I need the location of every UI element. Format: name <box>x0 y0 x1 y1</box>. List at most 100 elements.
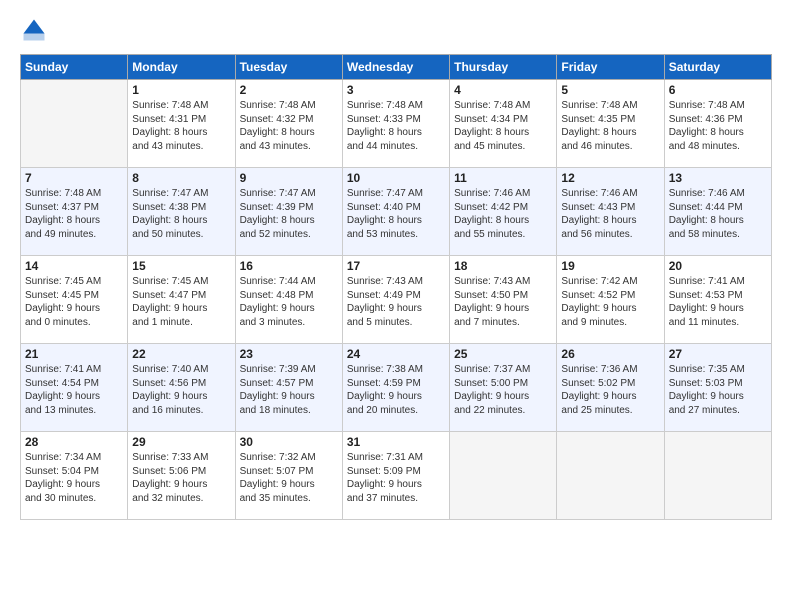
day-info: Sunrise: 7:46 AMSunset: 4:42 PMDaylight:… <box>454 187 552 241</box>
calendar-cell: 30 Sunrise: 7:32 AMSunset: 5:07 PMDayligh… <box>235 432 342 520</box>
day-number: 16 <box>240 259 338 273</box>
day-info: Sunrise: 7:48 AMSunset: 4:35 PMDaylight:… <box>561 99 659 153</box>
calendar-cell: 21Sunrise: 7:41 AMSunset: 4:54 PMDayligh… <box>21 344 128 432</box>
day-number: 26 <box>561 347 659 361</box>
weekday-header-saturday: Saturday <box>664 55 771 80</box>
day-info: Sunrise: 7:48 AMSunset: 4:32 PMDaylight:… <box>240 99 338 153</box>
day-info: Sunrise: 7:31 AMSunset: 5:09 PMDaylight:… <box>347 451 445 505</box>
day-number: 10 <box>347 171 445 185</box>
calendar-week-row: 21Sunrise: 7:41 AMSunset: 4:54 PMDayligh… <box>21 344 772 432</box>
header <box>20 16 772 44</box>
day-number: 27 <box>669 347 767 361</box>
calendar-cell <box>557 432 664 520</box>
day-info: Sunrise: 7:37 AMSunset: 5:00 PMDaylight:… <box>454 363 552 417</box>
logo-icon <box>20 16 48 44</box>
page: SundayMondayTuesdayWednesdayThursdayFrid… <box>0 0 792 612</box>
day-info: Sunrise: 7:41 AMSunset: 4:53 PMDaylight:… <box>669 275 767 329</box>
day-info: Sunrise: 7:39 AMSunset: 4:57 PMDaylight:… <box>240 363 338 417</box>
day-number: 1 <box>132 83 230 97</box>
day-info: Sunrise: 7:41 AMSunset: 4:54 PMDaylight:… <box>25 363 123 417</box>
calendar-cell: 18 Sunrise: 7:43 AMSunset: 4:50 PMDayligh… <box>450 256 557 344</box>
calendar-cell: 17 Sunrise: 7:43 AMSunset: 4:49 PMDayligh… <box>342 256 449 344</box>
calendar-week-row: 14 Sunrise: 7:45 AMSunset: 4:45 PMDayligh… <box>21 256 772 344</box>
day-number: 4 <box>454 83 552 97</box>
calendar-cell: 7 Sunrise: 7:48 AMSunset: 4:37 PMDaylight… <box>21 168 128 256</box>
logo <box>20 16 52 44</box>
day-info: Sunrise: 7:33 AMSunset: 5:06 PMDaylight:… <box>132 451 230 505</box>
calendar-week-row: 1 Sunrise: 7:48 AMSunset: 4:31 PMDaylight… <box>21 80 772 168</box>
day-info: Sunrise: 7:43 AMSunset: 4:50 PMDaylight:… <box>454 275 552 329</box>
weekday-header-row: SundayMondayTuesdayWednesdayThursdayFrid… <box>21 55 772 80</box>
day-info: Sunrise: 7:48 AMSunset: 4:31 PMDaylight:… <box>132 99 230 153</box>
day-number: 20 <box>669 259 767 273</box>
day-number: 22 <box>132 347 230 361</box>
calendar-cell: 14 Sunrise: 7:45 AMSunset: 4:45 PMDayligh… <box>21 256 128 344</box>
calendar-cell: 22Sunrise: 7:40 AMSunset: 4:56 PMDayligh… <box>128 344 235 432</box>
calendar-week-row: 28 Sunrise: 7:34 AMSunset: 5:04 PMDayligh… <box>21 432 772 520</box>
day-number: 23 <box>240 347 338 361</box>
calendar-cell: 12Sunrise: 7:46 AMSunset: 4:43 PMDayligh… <box>557 168 664 256</box>
day-info: Sunrise: 7:47 AMSunset: 4:39 PMDaylight:… <box>240 187 338 241</box>
calendar-week-row: 7 Sunrise: 7:48 AMSunset: 4:37 PMDaylight… <box>21 168 772 256</box>
calendar-cell: 3 Sunrise: 7:48 AMSunset: 4:33 PMDaylight… <box>342 80 449 168</box>
day-number: 3 <box>347 83 445 97</box>
calendar-cell: 23 Sunrise: 7:39 AMSunset: 4:57 PMDayligh… <box>235 344 342 432</box>
day-info: Sunrise: 7:48 AMSunset: 4:34 PMDaylight:… <box>454 99 552 153</box>
day-number: 17 <box>347 259 445 273</box>
day-number: 28 <box>25 435 123 449</box>
day-number: 31 <box>347 435 445 449</box>
day-info: Sunrise: 7:35 AMSunset: 5:03 PMDaylight:… <box>669 363 767 417</box>
day-number: 25 <box>454 347 552 361</box>
calendar-cell: 20 Sunrise: 7:41 AMSunset: 4:53 PMDayligh… <box>664 256 771 344</box>
day-number: 29 <box>132 435 230 449</box>
day-info: Sunrise: 7:46 AMSunset: 4:43 PMDaylight:… <box>561 187 659 241</box>
calendar-cell: 24 Sunrise: 7:38 AMSunset: 4:59 PMDayligh… <box>342 344 449 432</box>
day-info: Sunrise: 7:48 AMSunset: 4:33 PMDaylight:… <box>347 99 445 153</box>
day-number: 9 <box>240 171 338 185</box>
day-info: Sunrise: 7:48 AMSunset: 4:37 PMDaylight:… <box>25 187 123 241</box>
day-info: Sunrise: 7:42 AMSunset: 4:52 PMDaylight:… <box>561 275 659 329</box>
day-info: Sunrise: 7:43 AMSunset: 4:49 PMDaylight:… <box>347 275 445 329</box>
calendar-cell: 5 Sunrise: 7:48 AMSunset: 4:35 PMDaylight… <box>557 80 664 168</box>
weekday-header-tuesday: Tuesday <box>235 55 342 80</box>
day-info: Sunrise: 7:47 AMSunset: 4:40 PMDaylight:… <box>347 187 445 241</box>
weekday-header-friday: Friday <box>557 55 664 80</box>
calendar-cell: 25 Sunrise: 7:37 AMSunset: 5:00 PMDayligh… <box>450 344 557 432</box>
day-info: Sunrise: 7:46 AMSunset: 4:44 PMDaylight:… <box>669 187 767 241</box>
day-number: 15 <box>132 259 230 273</box>
calendar-cell: 19Sunrise: 7:42 AMSunset: 4:52 PMDayligh… <box>557 256 664 344</box>
day-number: 24 <box>347 347 445 361</box>
day-info: Sunrise: 7:36 AMSunset: 5:02 PMDaylight:… <box>561 363 659 417</box>
weekday-header-thursday: Thursday <box>450 55 557 80</box>
day-number: 13 <box>669 171 767 185</box>
calendar-cell: 2Sunrise: 7:48 AMSunset: 4:32 PMDaylight… <box>235 80 342 168</box>
calendar-cell: 1 Sunrise: 7:48 AMSunset: 4:31 PMDaylight… <box>128 80 235 168</box>
day-info: Sunrise: 7:45 AMSunset: 4:45 PMDaylight:… <box>25 275 123 329</box>
day-number: 5 <box>561 83 659 97</box>
calendar-cell: 6Sunrise: 7:48 AMSunset: 4:36 PMDaylight… <box>664 80 771 168</box>
day-number: 14 <box>25 259 123 273</box>
weekday-header-sunday: Sunday <box>21 55 128 80</box>
day-number: 18 <box>454 259 552 273</box>
calendar-cell: 11 Sunrise: 7:46 AMSunset: 4:42 PMDayligh… <box>450 168 557 256</box>
calendar-cell <box>664 432 771 520</box>
calendar-table: SundayMondayTuesdayWednesdayThursdayFrid… <box>20 54 772 520</box>
day-info: Sunrise: 7:38 AMSunset: 4:59 PMDaylight:… <box>347 363 445 417</box>
day-info: Sunrise: 7:47 AMSunset: 4:38 PMDaylight:… <box>132 187 230 241</box>
calendar-cell: 15 Sunrise: 7:45 AMSunset: 4:47 PMDayligh… <box>128 256 235 344</box>
calendar-cell: 28 Sunrise: 7:34 AMSunset: 5:04 PMDayligh… <box>21 432 128 520</box>
day-number: 6 <box>669 83 767 97</box>
day-info: Sunrise: 7:34 AMSunset: 5:04 PMDaylight:… <box>25 451 123 505</box>
day-info: Sunrise: 7:44 AMSunset: 4:48 PMDaylight:… <box>240 275 338 329</box>
calendar-cell <box>21 80 128 168</box>
weekday-header-wednesday: Wednesday <box>342 55 449 80</box>
calendar-cell <box>450 432 557 520</box>
day-number: 30 <box>240 435 338 449</box>
day-number: 7 <box>25 171 123 185</box>
calendar-cell: 8Sunrise: 7:47 AMSunset: 4:38 PMDaylight… <box>128 168 235 256</box>
day-info: Sunrise: 7:32 AMSunset: 5:07 PMDaylight:… <box>240 451 338 505</box>
day-number: 11 <box>454 171 552 185</box>
calendar-cell: 27 Sunrise: 7:35 AMSunset: 5:03 PMDayligh… <box>664 344 771 432</box>
calendar-cell: 9 Sunrise: 7:47 AMSunset: 4:39 PMDaylight… <box>235 168 342 256</box>
day-info: Sunrise: 7:45 AMSunset: 4:47 PMDaylight:… <box>132 275 230 329</box>
